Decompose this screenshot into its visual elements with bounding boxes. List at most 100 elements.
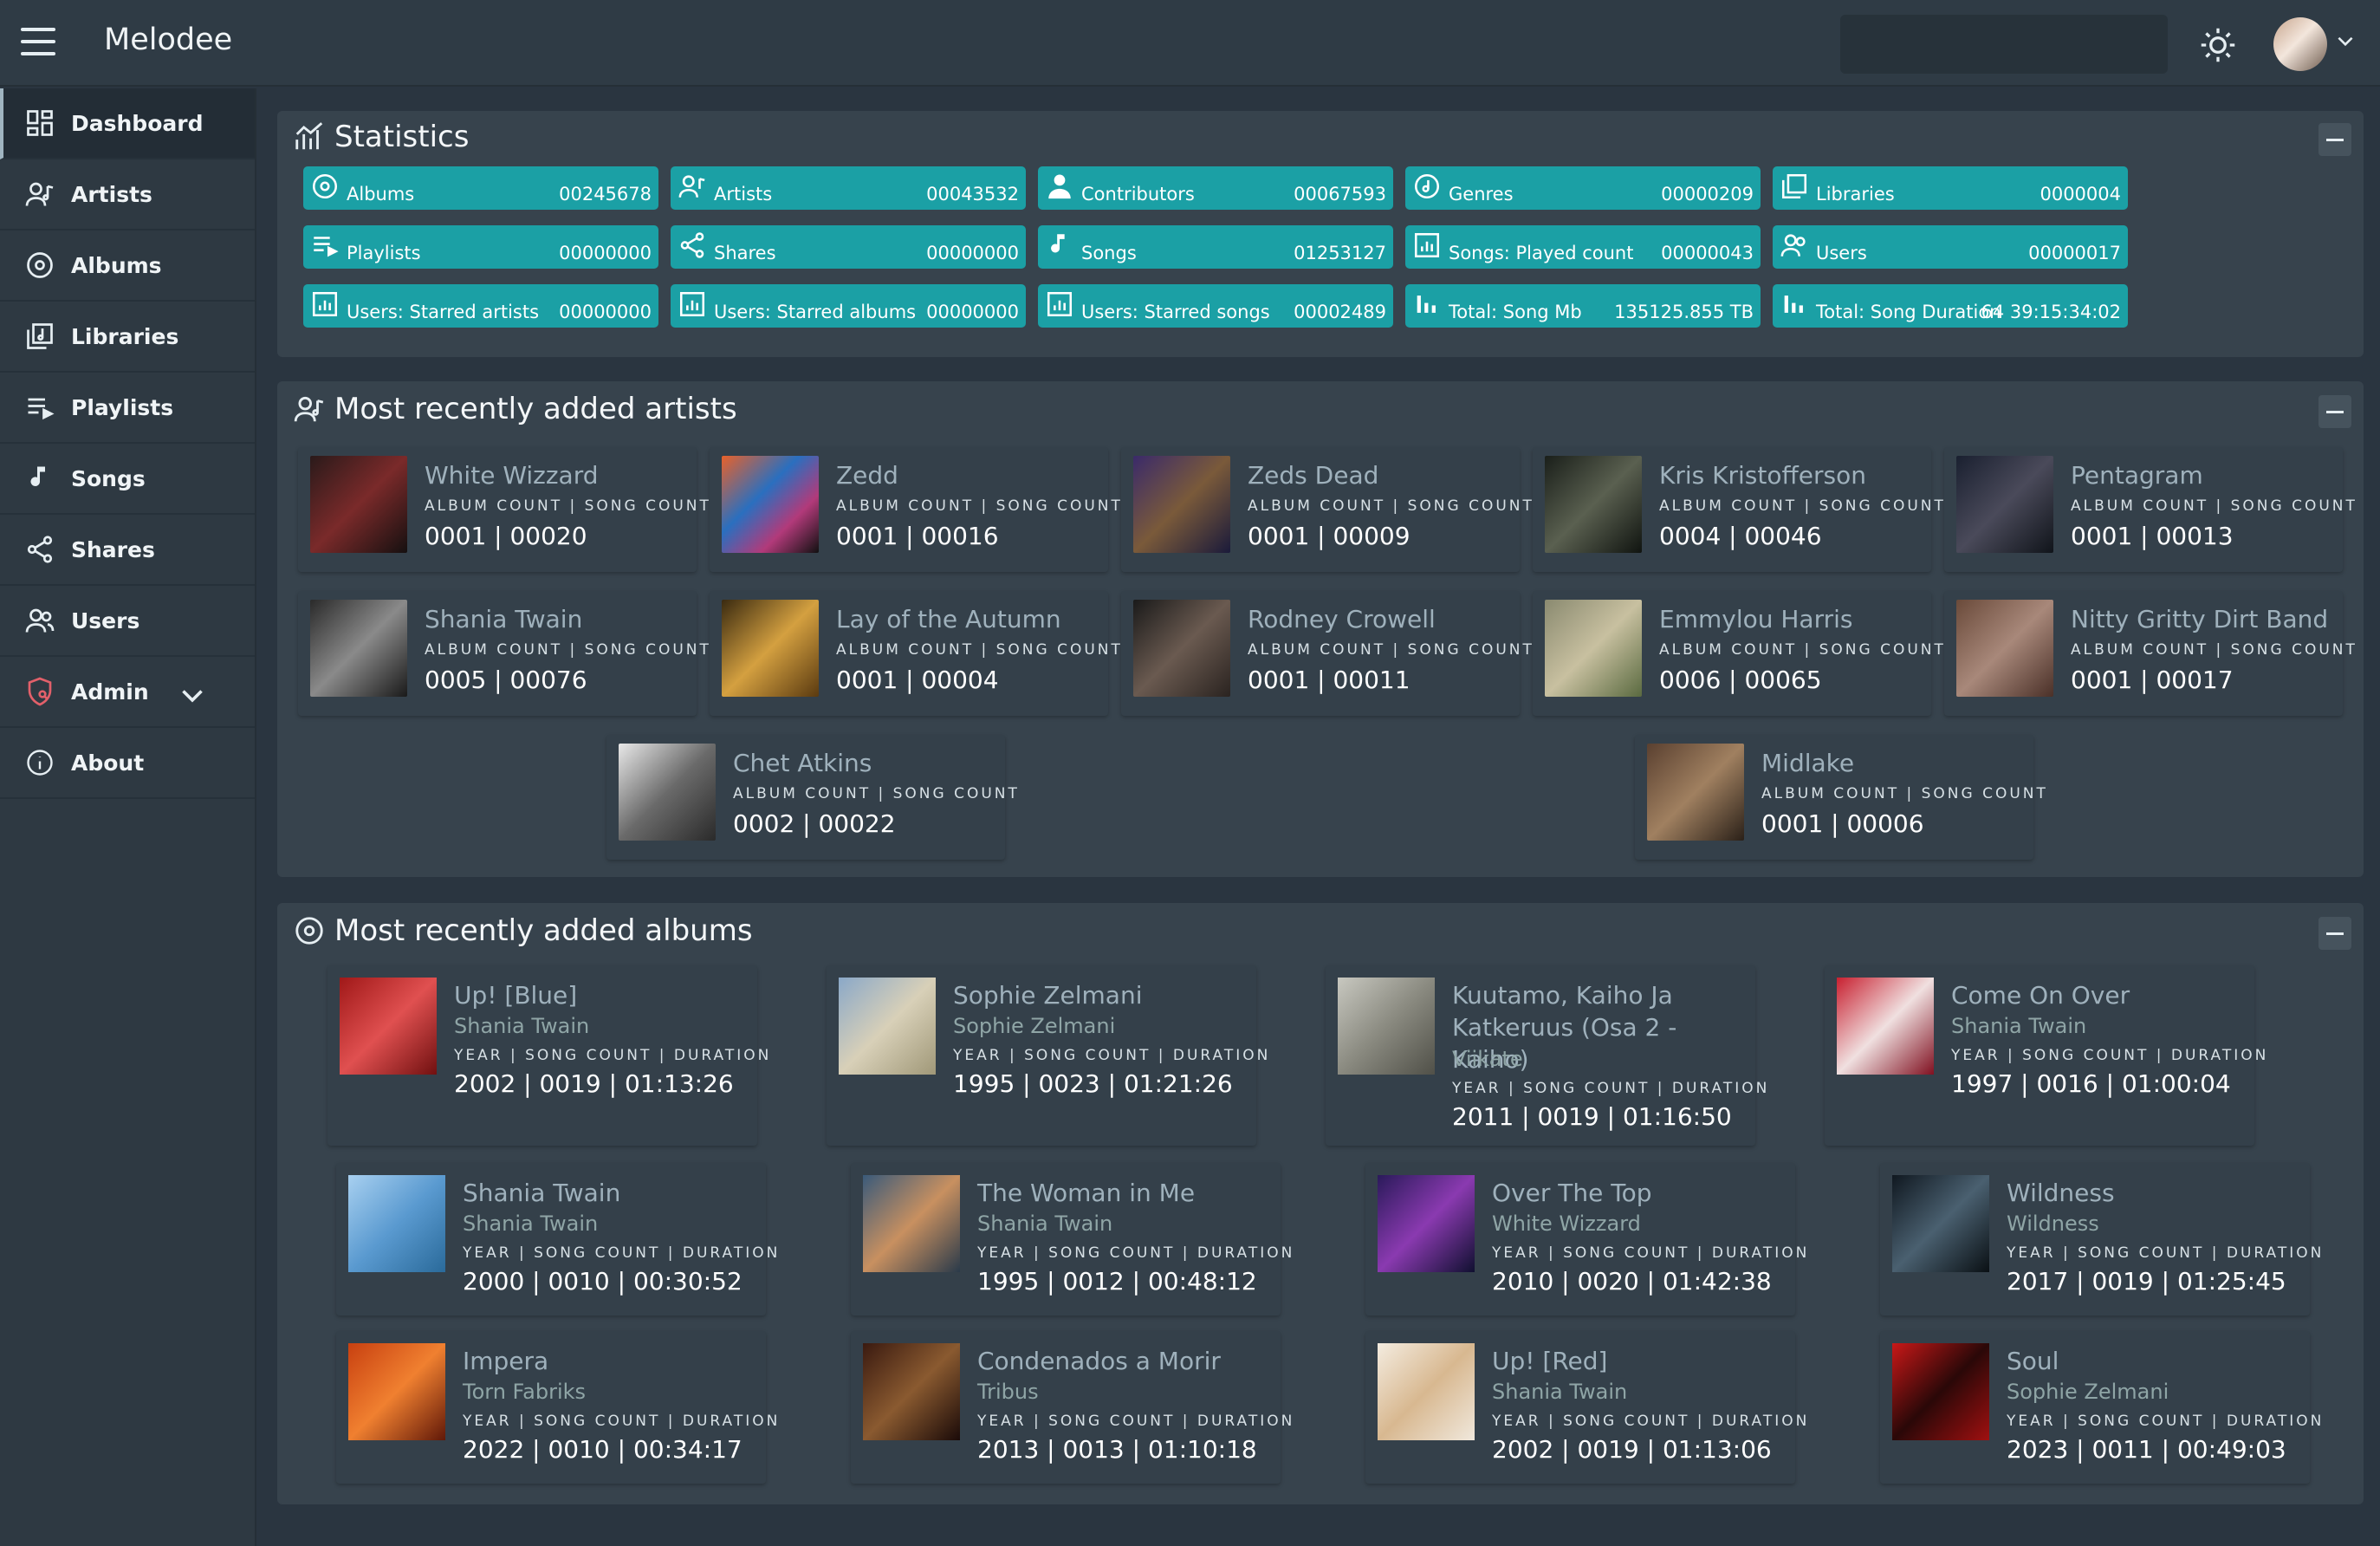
- recent-artists-heading: Most recently added artists: [293, 392, 737, 426]
- artist-card[interactable]: Zeds Dead ALBUM COUNT | SONG COUNT 0001 …: [1121, 447, 1532, 572]
- album-artist[interactable]: Shania Twain: [1951, 1014, 2086, 1038]
- album-artist[interactable]: Torn Fabriks: [463, 1380, 586, 1404]
- search-input[interactable]: [1840, 15, 2168, 74]
- sidebar-item-users[interactable]: Users: [0, 586, 255, 657]
- album-artist[interactable]: Sophie Zelmani: [953, 1014, 1115, 1038]
- sidebar-item-dashboard[interactable]: Dashboard: [0, 88, 255, 159]
- album-values: 2000 | 0010 | 00:30:52: [463, 1267, 743, 1296]
- stat-total-song-duration: Total: Song Duration 64 39:15:34:02: [1773, 284, 2128, 328]
- artist-name[interactable]: Zeds Dead: [1248, 461, 1378, 490]
- artist-image: [722, 600, 819, 697]
- artist-name[interactable]: Kris Kristofferson: [1659, 461, 1866, 490]
- artist-card[interactable]: Pentagram ALBUM COUNT | SONG COUNT 0001 …: [1944, 447, 2355, 572]
- sidebar-item-playlists[interactable]: Playlists: [0, 373, 255, 444]
- menu-icon[interactable]: [21, 28, 55, 59]
- album-artist[interactable]: Tribus: [977, 1380, 1039, 1404]
- album-artist[interactable]: Viikate: [1452, 1047, 1523, 1071]
- album-title[interactable]: Condenados a Morir: [977, 1345, 1272, 1377]
- album-artist[interactable]: White Wizzard: [1492, 1211, 1641, 1236]
- artist-card[interactable]: Emmylou Harris ALBUM COUNT | SONG COUNT …: [1533, 591, 1943, 716]
- collapse-button[interactable]: [2318, 123, 2351, 156]
- album-title[interactable]: Soul: [2007, 1345, 2301, 1377]
- artist-name[interactable]: Rodney Crowell: [1248, 605, 1436, 633]
- chevron-down-icon[interactable]: [177, 679, 208, 711]
- artist-counts: 0001 | 00016: [836, 522, 999, 550]
- album-title[interactable]: Shania Twain: [463, 1177, 757, 1209]
- album-card[interactable]: Over The Top White Wizzard YEAR | SONG C…: [1365, 1163, 1806, 1315]
- album-card[interactable]: The Woman in Me Shania Twain YEAR | SONG…: [851, 1163, 1292, 1315]
- album-card[interactable]: Soul Sophie Zelmani YEAR | SONG COUNT | …: [1880, 1331, 2321, 1484]
- album-artist[interactable]: Shania Twain: [977, 1211, 1112, 1236]
- artist-name[interactable]: Shania Twain: [425, 605, 582, 633]
- artist-card[interactable]: Kris Kristofferson ALBUM COUNT | SONG CO…: [1533, 447, 1943, 572]
- artist-card[interactable]: Rodney Crowell ALBUM COUNT | SONG COUNT …: [1121, 591, 1532, 716]
- album-icon: [295, 917, 323, 945]
- album-cover: [1892, 1175, 1989, 1272]
- sidebar-item-admin[interactable]: Admin: [0, 657, 255, 728]
- album-values: 2017 | 0019 | 01:25:45: [2007, 1267, 2286, 1296]
- artist-card[interactable]: Zedd ALBUM COUNT | SONG COUNT 0001 | 000…: [710, 447, 1120, 572]
- artist-card[interactable]: Lay of the Autumn ALBUM COUNT | SONG COU…: [710, 591, 1120, 716]
- album-title[interactable]: Impera: [463, 1345, 757, 1377]
- artist-meta-label: ALBUM COUNT | SONG COUNT: [425, 497, 711, 515]
- sidebar-item-about[interactable]: About: [0, 728, 255, 799]
- sidebar-item-songs[interactable]: Songs: [0, 444, 255, 515]
- stat-value: 00067593: [1294, 184, 1386, 205]
- album-title[interactable]: Come On Over: [1951, 979, 2246, 1011]
- sidebar-item-artists[interactable]: Artists: [0, 159, 255, 231]
- artist-card[interactable]: Midlake ALBUM COUNT | SONG COUNT 0001 | …: [1635, 735, 2046, 860]
- sidebar-item-albums[interactable]: Albums: [0, 231, 255, 302]
- album-card[interactable]: Sophie Zelmani Sophie Zelmani YEAR | SON…: [827, 965, 1268, 1146]
- sun-icon[interactable]: [2199, 26, 2237, 64]
- album-title[interactable]: Up! [Red]: [1492, 1345, 1787, 1377]
- album-card[interactable]: Kuutamo, Kaiho Ja Katkeruus (Osa 2 - Kai…: [1326, 965, 1767, 1146]
- album-card[interactable]: Come On Over Shania Twain YEAR | SONG CO…: [1825, 965, 2266, 1146]
- artist-counts: 0001 | 00017: [2071, 666, 2234, 694]
- sidebar-item-libraries[interactable]: Libraries: [0, 302, 255, 373]
- dashboard-icon: [27, 110, 53, 136]
- album-title[interactable]: Wildness: [2007, 1177, 2301, 1209]
- album-artist[interactable]: Shania Twain: [454, 1014, 589, 1038]
- artist-card[interactable]: Chet Atkins ALBUM COUNT | SONG COUNT 000…: [606, 735, 1017, 860]
- artist-card[interactable]: Nitty Gritty Dirt Band ALBUM COUNT | SON…: [1944, 591, 2355, 716]
- artist-name[interactable]: White Wizzard: [425, 461, 599, 490]
- album-title[interactable]: Over The Top: [1492, 1177, 1787, 1209]
- stat-label: Playlists: [347, 243, 421, 263]
- artist-counts: 0006 | 00065: [1659, 666, 1822, 694]
- album-card[interactable]: Condenados a Morir Tribus YEAR | SONG CO…: [851, 1331, 1292, 1484]
- album-values: 2010 | 0020 | 01:42:38: [1492, 1267, 1772, 1296]
- album-card[interactable]: Shania Twain Shania Twain YEAR | SONG CO…: [336, 1163, 777, 1315]
- sidebar-item-shares[interactable]: Shares: [0, 515, 255, 586]
- artist-card[interactable]: Shania Twain ALBUM COUNT | SONG COUNT 00…: [298, 591, 709, 716]
- artist-counts: 0001 | 00013: [2071, 522, 2234, 550]
- album-artist[interactable]: Wildness: [2007, 1211, 2099, 1236]
- artist-meta-label: ALBUM COUNT | SONG COUNT: [836, 641, 1123, 659]
- album-card[interactable]: Wildness Wildness YEAR | SONG COUNT | DU…: [1880, 1163, 2321, 1315]
- artist-card[interactable]: White Wizzard ALBUM COUNT | SONG COUNT 0…: [298, 447, 709, 572]
- artist-name[interactable]: Midlake: [1761, 749, 1854, 777]
- artist-image: [1545, 456, 1642, 553]
- album-meta-label: YEAR | SONG COUNT | DURATION: [463, 1244, 781, 1262]
- collapse-button[interactable]: [2318, 395, 2351, 428]
- artist-name[interactable]: Zedd: [836, 461, 898, 490]
- album-title[interactable]: The Woman in Me: [977, 1177, 1272, 1209]
- album-card[interactable]: Impera Torn Fabriks YEAR | SONG COUNT | …: [336, 1331, 777, 1484]
- album-title[interactable]: Sophie Zelmani: [953, 979, 1248, 1011]
- artist-name[interactable]: Emmylou Harris: [1659, 605, 1852, 633]
- album-artist[interactable]: Shania Twain: [463, 1211, 598, 1236]
- artist-name[interactable]: Nitty Gritty Dirt Band: [2071, 605, 2328, 633]
- album-artist[interactable]: Sophie Zelmani: [2007, 1380, 2169, 1404]
- album-card[interactable]: Up! [Blue] Shania Twain YEAR | SONG COUN…: [327, 965, 768, 1146]
- avatar[interactable]: [2273, 17, 2327, 71]
- chevron-down-icon[interactable]: [2334, 29, 2357, 52]
- album-artist[interactable]: Shania Twain: [1492, 1380, 1627, 1404]
- album-values: 2023 | 0011 | 00:49:03: [2007, 1435, 2286, 1464]
- album-card[interactable]: Up! [Red] Shania Twain YEAR | SONG COUNT…: [1365, 1331, 1806, 1484]
- album-title[interactable]: Up! [Blue]: [454, 979, 749, 1011]
- stat-value: 135125.855 TB: [1614, 302, 1754, 322]
- artist-name[interactable]: Pentagram: [2071, 461, 2203, 490]
- stat-label: Albums: [347, 184, 415, 205]
- artist-name[interactable]: Lay of the Autumn: [836, 605, 1061, 633]
- collapse-button[interactable]: [2318, 917, 2351, 950]
- artist-name[interactable]: Chet Atkins: [733, 749, 872, 777]
